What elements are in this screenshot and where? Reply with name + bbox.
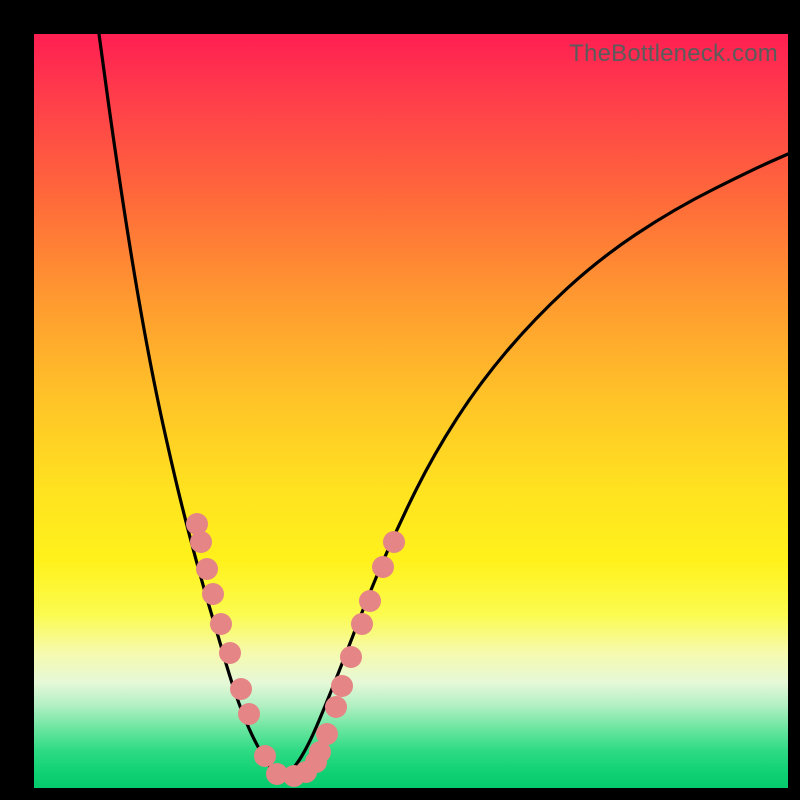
- bead-right-5: [325, 696, 347, 718]
- bead-right-9: [359, 590, 381, 612]
- bead-left-1: [190, 531, 212, 553]
- bead-left-6: [230, 678, 252, 700]
- bead-right-4: [316, 723, 338, 745]
- bead-right-6: [331, 675, 353, 697]
- bead-right-11: [383, 531, 405, 553]
- bead-left-4: [210, 613, 232, 635]
- bead-left-2: [196, 558, 218, 580]
- bead-right-8: [351, 613, 373, 635]
- plot-area: TheBottleneck.com: [34, 34, 788, 788]
- curve-left: [99, 34, 279, 779]
- bead-right-10: [372, 556, 394, 578]
- beads-left-group: [186, 513, 288, 785]
- curve-svg: [34, 34, 788, 788]
- bead-left-5: [219, 642, 241, 664]
- beads-right-group: [283, 531, 405, 787]
- bead-left-3: [202, 583, 224, 605]
- bead-left-7: [238, 703, 260, 725]
- curve-right: [279, 154, 788, 779]
- outer-frame: TheBottleneck.com: [0, 0, 800, 800]
- bead-left-8: [254, 745, 276, 767]
- bead-right-7: [340, 646, 362, 668]
